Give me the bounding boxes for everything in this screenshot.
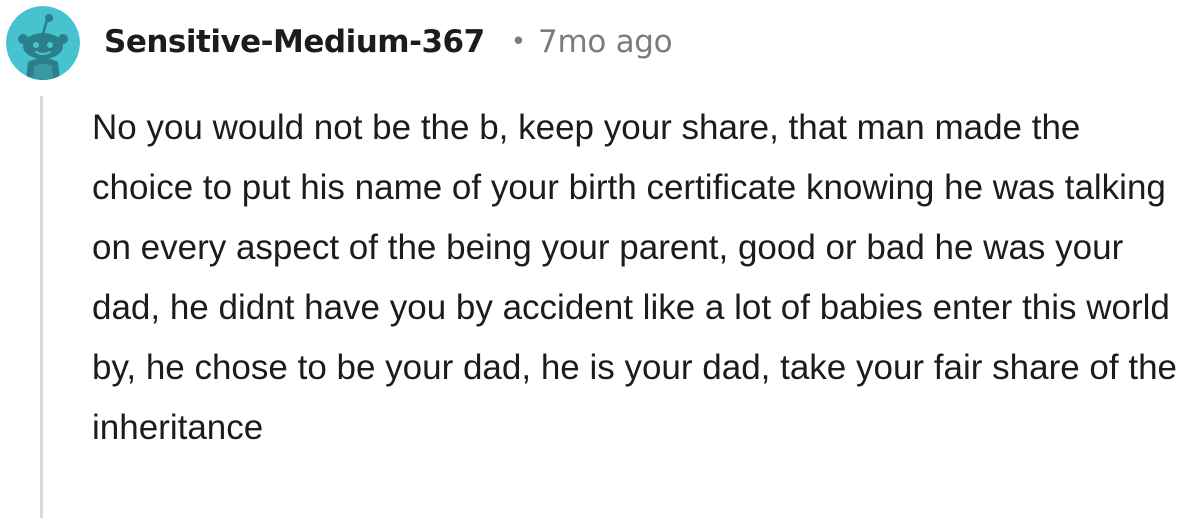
avatar[interactable] — [6, 6, 80, 80]
thread-collapse-line[interactable] — [40, 96, 43, 518]
comment-body: No you would not be the b, keep your sha… — [92, 108, 1177, 447]
comment-header: Sensitive-Medium-367 • 7mo ago — [104, 20, 673, 64]
comment-timestamp[interactable]: 7mo ago — [538, 24, 673, 60]
username-link[interactable]: Sensitive-Medium-367 — [104, 24, 485, 60]
comment: Sensitive-Medium-367 • 7mo ago No you wo… — [0, 0, 1194, 518]
reddit-snoo-avatar-icon — [6, 6, 80, 80]
separator-dot: • — [510, 27, 527, 57]
